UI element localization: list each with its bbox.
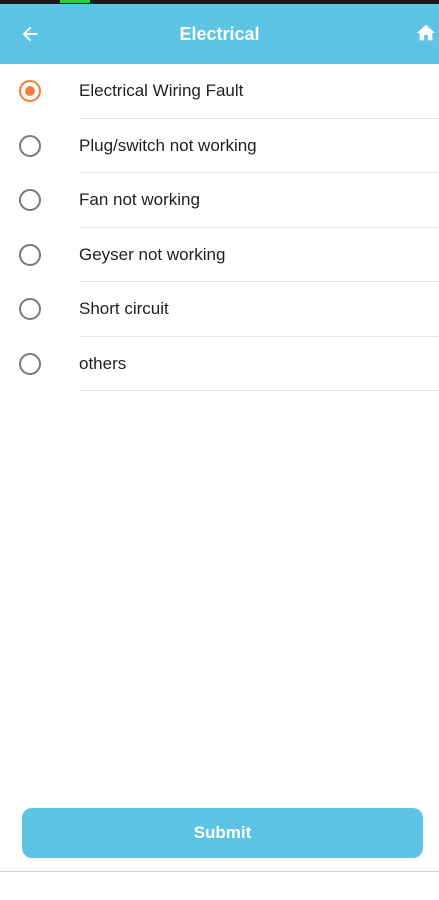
back-button[interactable] bbox=[14, 18, 46, 50]
signal-indicator bbox=[60, 0, 90, 3]
option-label: Electrical Wiring Fault bbox=[79, 64, 439, 119]
arrow-left-icon bbox=[22, 26, 38, 42]
home-button[interactable] bbox=[413, 19, 439, 47]
option-label: Fan not working bbox=[79, 173, 439, 228]
option-row[interactable]: others bbox=[0, 337, 439, 391]
option-row[interactable]: Plug/switch not working bbox=[0, 119, 439, 173]
radio-button[interactable] bbox=[19, 80, 41, 103]
option-row[interactable]: Short circuit bbox=[0, 282, 439, 337]
app-bar: Electrical bbox=[0, 4, 439, 64]
option-row[interactable]: Fan not working bbox=[0, 173, 439, 228]
submit-button[interactable]: Submit bbox=[22, 808, 423, 858]
option-label: Plug/switch not working bbox=[79, 119, 439, 173]
radio-button[interactable] bbox=[19, 243, 41, 266]
option-label: others bbox=[79, 337, 439, 391]
option-label: Geyser not working bbox=[79, 228, 439, 282]
radio-button[interactable] bbox=[19, 352, 41, 375]
option-row[interactable]: Electrical Wiring Fault bbox=[0, 64, 439, 119]
option-row[interactable]: Geyser not working bbox=[0, 228, 439, 282]
issue-options-list: Electrical Wiring Fault Plug/switch not … bbox=[0, 64, 439, 391]
radio-button[interactable] bbox=[19, 189, 41, 212]
radio-button[interactable] bbox=[19, 134, 41, 157]
radio-selected-dot bbox=[25, 86, 35, 97]
page-title: Electrical bbox=[179, 24, 260, 44]
radio-button[interactable] bbox=[19, 298, 41, 321]
bottom-divider bbox=[0, 871, 439, 872]
option-label: Short circuit bbox=[79, 282, 439, 337]
home-icon bbox=[416, 24, 436, 41]
